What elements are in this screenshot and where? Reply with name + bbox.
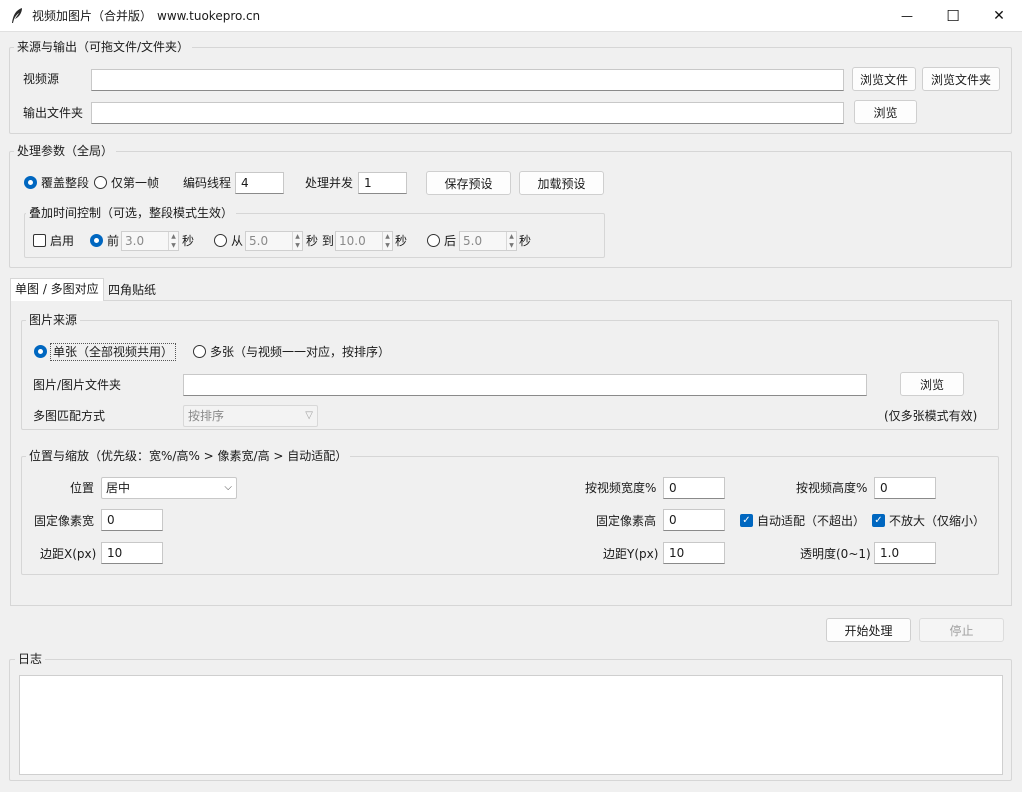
output-folder-input[interactable] bbox=[91, 102, 844, 124]
output-folder-label: 输出文件夹 bbox=[23, 106, 84, 120]
timing-before-spinbox[interactable]: 3.0 ▲ ▼ bbox=[121, 231, 179, 251]
match-mode-select[interactable]: 按排序 ▽ bbox=[183, 405, 318, 427]
px-height-label: 固定像素高 bbox=[596, 514, 657, 528]
mode-first-label: 仅第一帧 bbox=[111, 176, 160, 190]
px-width-input[interactable]: 0 bbox=[101, 509, 163, 531]
spin-arrows-icon[interactable]: ▲ ▼ bbox=[382, 232, 392, 250]
height-pct-label: 按视频高度% bbox=[796, 481, 868, 495]
mode-full-label: 覆盖整段 bbox=[41, 176, 90, 190]
timing-after-value: 5.0 bbox=[463, 234, 483, 248]
log-title: 日志 bbox=[15, 652, 46, 666]
timing-from-spinbox[interactable]: 5.0 ▲ ▼ bbox=[245, 231, 303, 251]
match-mode-label: 多图匹配方式 bbox=[33, 409, 106, 423]
spin-arrows-icon[interactable]: ▲ ▼ bbox=[168, 232, 178, 250]
timing-title: 叠加时间控制（可选，整段模式生效） bbox=[26, 206, 237, 220]
multi-image-radio[interactable] bbox=[193, 345, 206, 358]
timing-from-radio[interactable] bbox=[214, 234, 227, 247]
title-bar: 视频加图片（合并版） www.tuokepro.cn — ☐ ✕ bbox=[0, 0, 1022, 32]
timing-to-label: 秒 到 bbox=[306, 234, 334, 248]
height-pct-input[interactable]: 0 bbox=[874, 477, 936, 499]
mode-first-radio[interactable] bbox=[94, 176, 107, 189]
position-title: 位置与缩放（优先级：宽%/高% > 像素宽/高 > 自动适配） bbox=[26, 449, 351, 463]
auto-fit-label: 自动适配（不超出） bbox=[757, 514, 866, 528]
margin-y-input[interactable]: 10 bbox=[663, 542, 725, 564]
timing-before-value: 3.0 bbox=[125, 234, 145, 248]
close-icon: ✕ bbox=[993, 8, 1005, 24]
opacity-label: 透明度(0~1) bbox=[800, 547, 871, 561]
position-value: 居中 bbox=[106, 481, 131, 495]
start-button[interactable]: 开始处理 bbox=[826, 618, 911, 642]
window-title: 视频加图片（合并版） bbox=[32, 9, 153, 23]
timing-enable-label: 启用 bbox=[50, 234, 75, 248]
video-source-input[interactable] bbox=[91, 69, 844, 91]
source-output-title: 来源与输出（可拖文件/文件夹） bbox=[14, 40, 193, 54]
timing-before-sec: 秒 bbox=[182, 234, 195, 248]
log-textarea[interactable] bbox=[19, 675, 1003, 775]
timing-to-spinbox[interactable]: 10.0 ▲ ▼ bbox=[335, 231, 393, 251]
image-path-input[interactable] bbox=[183, 374, 867, 396]
multi-image-label: 多张（与视频一一对应，按排序） bbox=[210, 345, 391, 359]
chevron-down-icon: ⌵ bbox=[224, 482, 232, 493]
width-pct-input[interactable]: 0 bbox=[663, 477, 725, 499]
browse-folder-button[interactable]: 浏览文件夹 bbox=[922, 67, 1000, 91]
timing-to-sec: 秒 bbox=[395, 234, 408, 248]
image-path-label: 图片/图片文件夹 bbox=[33, 378, 122, 392]
single-image-label: 单张（全部视频共用） bbox=[50, 343, 177, 361]
px-height-input[interactable]: 0 bbox=[663, 509, 725, 531]
threads-input[interactable]: 4 bbox=[235, 172, 284, 194]
timing-after-label: 后 bbox=[444, 234, 457, 248]
timing-from-value: 5.0 bbox=[249, 234, 269, 248]
multi-mode-note: (仅多张模式有效) bbox=[884, 409, 978, 423]
timing-to-value: 10.0 bbox=[339, 234, 366, 248]
no-enlarge-label: 不放大（仅缩小） bbox=[889, 514, 986, 528]
chevron-down-icon: ▽ bbox=[305, 410, 313, 421]
image-source-title: 图片来源 bbox=[26, 313, 81, 327]
timing-before-radio[interactable] bbox=[90, 234, 103, 247]
params-title: 处理参数（全局） bbox=[14, 144, 117, 158]
margin-x-input[interactable]: 10 bbox=[101, 542, 163, 564]
minimize-icon: — bbox=[901, 9, 913, 23]
timing-after-radio[interactable] bbox=[427, 234, 440, 247]
tab-single-multi[interactable]: 单图 / 多图对应 bbox=[10, 278, 104, 301]
window-url: www.tuokepro.cn bbox=[157, 9, 261, 23]
save-preset-button[interactable]: 保存预设 bbox=[426, 171, 511, 195]
maximize-icon: ☐ bbox=[946, 7, 960, 25]
browse-image-button[interactable]: 浏览 bbox=[900, 372, 964, 396]
spin-arrows-icon[interactable]: ▲ ▼ bbox=[292, 232, 302, 250]
opacity-input[interactable]: 1.0 bbox=[874, 542, 936, 564]
concurrency-input[interactable]: 1 bbox=[358, 172, 407, 194]
single-image-radio[interactable] bbox=[34, 345, 47, 358]
spin-arrows-icon[interactable]: ▲ ▼ bbox=[506, 232, 516, 250]
close-button[interactable]: ✕ bbox=[976, 0, 1022, 32]
timing-from-label: 从 bbox=[231, 234, 244, 248]
position-label: 位置 bbox=[70, 481, 95, 495]
stop-button[interactable]: 停止 bbox=[919, 618, 1004, 642]
timing-before-label: 前 bbox=[107, 234, 120, 248]
minimize-button[interactable]: — bbox=[884, 0, 930, 32]
feather-icon bbox=[10, 7, 24, 25]
position-select[interactable]: 居中 ⌵ bbox=[101, 477, 237, 499]
timing-after-sec: 秒 bbox=[519, 234, 532, 248]
timing-after-spinbox[interactable]: 5.0 ▲ ▼ bbox=[459, 231, 517, 251]
video-source-label: 视频源 bbox=[23, 72, 60, 86]
browse-output-button[interactable]: 浏览 bbox=[854, 100, 917, 124]
no-enlarge-checkbox[interactable]: ✓ bbox=[872, 514, 885, 527]
width-pct-label: 按视频宽度% bbox=[585, 481, 657, 495]
threads-label: 编码线程 bbox=[183, 176, 232, 190]
load-preset-button[interactable]: 加载预设 bbox=[519, 171, 604, 195]
margin-x-label: 边距X(px) bbox=[40, 547, 97, 561]
px-width-label: 固定像素宽 bbox=[34, 514, 95, 528]
tab-corner-sticker[interactable]: 四角贴纸 bbox=[104, 280, 160, 302]
margin-y-label: 边距Y(px) bbox=[603, 547, 659, 561]
match-mode-value: 按排序 bbox=[188, 409, 225, 423]
auto-fit-checkbox[interactable]: ✓ bbox=[740, 514, 753, 527]
concurrency-label: 处理并发 bbox=[305, 176, 354, 190]
browse-file-button[interactable]: 浏览文件 bbox=[852, 67, 916, 91]
mode-full-radio[interactable] bbox=[24, 176, 37, 189]
timing-enable-checkbox[interactable] bbox=[33, 234, 46, 247]
maximize-button[interactable]: ☐ bbox=[930, 0, 976, 32]
